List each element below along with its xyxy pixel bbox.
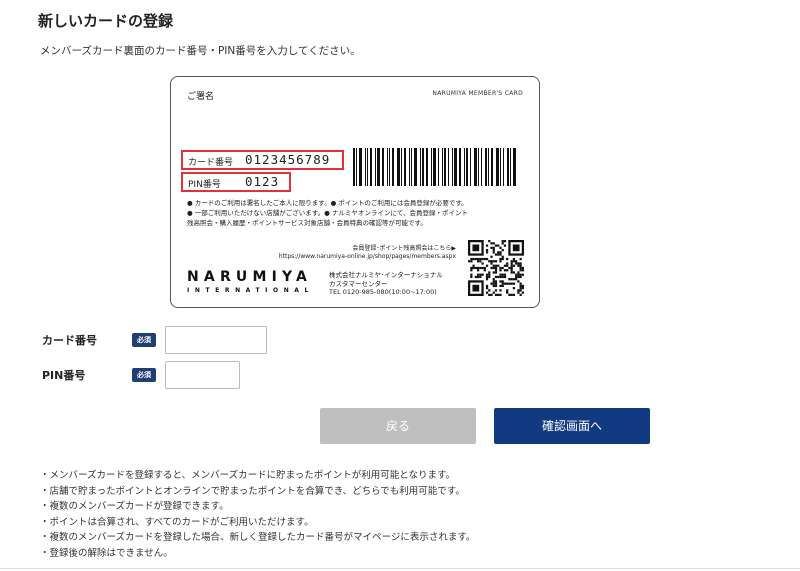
qr-code-icon — [468, 240, 524, 296]
required-badge: 必須 — [132, 368, 156, 382]
card-register-text: 会員登録･ポイント残高照会はこちら▶ — [352, 245, 456, 252]
card-number-highlight: カード番号 0123456789 — [181, 150, 344, 170]
card-register-url: https://www.narumiya-online.jp/shop/page… — [278, 253, 456, 260]
narumiya-logo: NARUMIYA — [187, 269, 313, 285]
pin-value-on-card: 0123 — [245, 174, 280, 189]
card-note-line: ● 一部ご利用いただけない店舗がございます。● ナルミヤオンラインにて、会員登録… — [187, 209, 469, 217]
card-note-line: 残高照会・購入履歴・ポイントサービス対象店舗・会員特典の確認等が可能です。 — [187, 219, 427, 227]
list-item: ・登録後の解除はできません。 — [40, 547, 173, 559]
card-note-line: ● カードのご利用は署名したご本人に限ります。● ポイントのご利用には会員登録が… — [187, 199, 468, 207]
card-number-label-on-card: カード番号 — [188, 158, 234, 168]
card-tel: TEL 0120-985-080(10:00~17:00) — [329, 288, 437, 296]
card-support-center: カスタマーセンター — [329, 279, 388, 288]
pin-input[interactable] — [165, 361, 240, 389]
pin-label-on-card: PIN番号 — [188, 180, 221, 190]
pin-label: PIN番号 — [42, 369, 86, 382]
back-button[interactable]: 戻る — [320, 408, 476, 444]
instruction-text: メンバーズカード裏面のカード番号・PIN番号を入力してください。 — [40, 45, 361, 57]
card-brand-header: NARUMIYA MEMBER'S CARD — [432, 90, 523, 97]
list-item: ・複数のメンバーズカードを登録した場合、新しく登録したカード番号がマイページに表… — [40, 532, 476, 544]
list-item: ・複数のメンバーズカードが登録できます。 — [40, 501, 229, 513]
page-title: 新しいカードの登録 — [38, 12, 174, 30]
list-item: ・店舗で貯まったポイントとオンラインで貯まったポイントを合算でき、どちらでも利用… — [40, 485, 465, 497]
pin-highlight: PIN番号 0123 — [181, 172, 291, 192]
member-card-image: ご署名 NARUMIYA MEMBER'S CARD カード番号 0123456… — [170, 76, 540, 308]
notes-list: ・メンバーズカードを登録すると、メンバーズカードに貯まったポイントが利用可能とな… — [40, 468, 475, 562]
card-number-label: カード番号 — [42, 334, 97, 347]
card-number-value-on-card: 0123456789 — [245, 152, 331, 167]
required-badge: 必須 — [132, 333, 156, 347]
card-signature-label: ご署名 — [187, 92, 215, 102]
card-number-input[interactable] — [165, 326, 267, 354]
list-item: ・ポイントは合算され、すべてのカードがご利用いただけます。 — [40, 516, 314, 528]
card-notes: ● カードのご利用は署名したご本人に限ります。● ポイントのご利用には会員登録が… — [187, 198, 468, 228]
card-register-info: 会員登録･ポイント残高照会はこちら▶ https://www.narumiya-… — [279, 245, 456, 261]
list-item: ・メンバーズカードを登録すると、メンバーズカードに貯まったポイントが利用可能とな… — [40, 470, 456, 481]
confirm-button[interactable]: 確認画面へ — [494, 408, 650, 444]
narumiya-logo-sub: INTERNATIONAL — [187, 287, 314, 294]
card-company-info: 株式会社ナルミヤ･インターナショナル カスタマーセンター TEL 0120-98… — [329, 271, 443, 297]
divider — [0, 568, 800, 569]
card-company-name: 株式会社ナルミヤ･インターナショナル — [329, 271, 443, 279]
barcode — [353, 148, 522, 186]
